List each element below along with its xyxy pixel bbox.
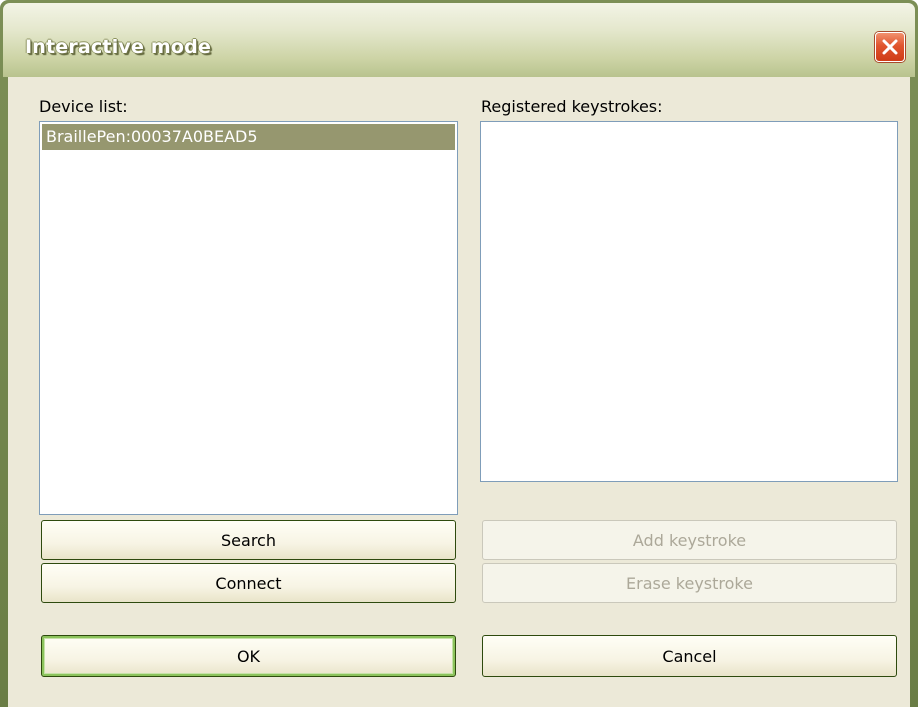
ok-button[interactable]: OK bbox=[41, 635, 456, 677]
keystrokes-listbox[interactable] bbox=[480, 121, 898, 482]
device-list-label: Device list: bbox=[39, 97, 128, 116]
device-list-item[interactable]: BraillePen:00037A0BEAD5 bbox=[42, 124, 455, 150]
cancel-button[interactable]: Cancel bbox=[482, 635, 897, 677]
close-button[interactable] bbox=[875, 32, 905, 62]
add-keystroke-button[interactable]: Add keystroke bbox=[482, 520, 897, 560]
connect-button[interactable]: Connect bbox=[41, 563, 456, 603]
title-bar[interactable]: Interactive mode bbox=[3, 3, 915, 77]
close-icon bbox=[881, 38, 899, 56]
window-title: Interactive mode bbox=[25, 36, 212, 58]
erase-keystroke-button[interactable]: Erase keystroke bbox=[482, 563, 897, 603]
device-listbox[interactable]: BraillePen:00037A0BEAD5 bbox=[39, 121, 458, 515]
search-button[interactable]: Search bbox=[41, 520, 456, 560]
dialog-body: Device list: BraillePen:00037A0BEAD5 Reg… bbox=[8, 77, 910, 707]
keystrokes-label: Registered keystrokes: bbox=[481, 97, 663, 116]
dialog-window: Interactive mode Device list: BraillePen… bbox=[0, 0, 918, 707]
